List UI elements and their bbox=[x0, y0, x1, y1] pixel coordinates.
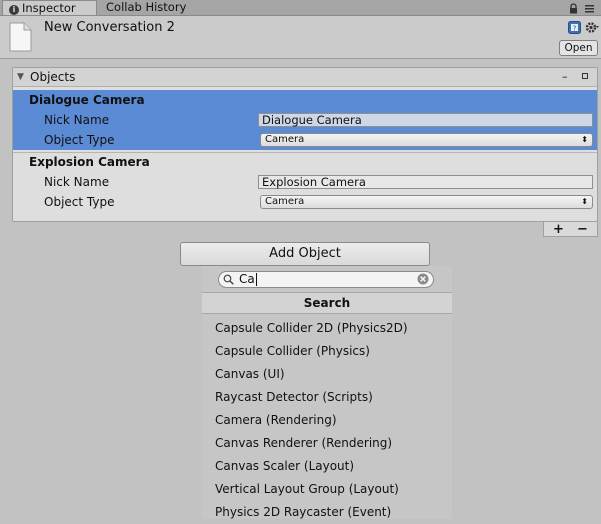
add-object-button[interactable]: Add Object bbox=[180, 242, 430, 266]
object-name: Explosion Camera bbox=[29, 155, 150, 169]
search-result-item[interactable]: Canvas Renderer (Rendering) bbox=[215, 432, 392, 455]
gear-icon[interactable] bbox=[585, 21, 600, 34]
search-icon bbox=[223, 274, 234, 285]
objects-panel-header[interactable] bbox=[13, 68, 597, 87]
maximize-icon[interactable] bbox=[582, 73, 588, 79]
foldout-arrow-icon[interactable]: ▼ bbox=[17, 72, 24, 82]
object-type-label: Object Type bbox=[44, 195, 115, 209]
search-result-item[interactable]: Canvas (UI) bbox=[215, 363, 285, 386]
search-result-item[interactable]: Raycast Detector (Scripts) bbox=[215, 386, 373, 409]
nick-name-field[interactable]: Explosion Camera bbox=[258, 175, 593, 189]
tab-inspector[interactable]: i Inspector bbox=[2, 0, 97, 15]
open-button[interactable]: Open bbox=[559, 40, 598, 56]
menu-icon[interactable] bbox=[584, 3, 596, 14]
object-type-value: Camera bbox=[265, 134, 305, 145]
search-result-item[interactable]: Physics 2D Raycaster (Event) bbox=[215, 501, 391, 524]
objects-panel-title: Objects bbox=[30, 70, 76, 84]
nick-name-field[interactable]: Dialogue Camera bbox=[258, 113, 593, 127]
search-result-item[interactable]: Vertical Layout Group (Layout) bbox=[215, 478, 399, 501]
document-icon bbox=[9, 22, 32, 52]
minimize-icon[interactable]: – bbox=[562, 70, 568, 83]
object-type-dropdown[interactable]: Camera ⬍ bbox=[260, 195, 593, 209]
text-cursor bbox=[256, 273, 257, 286]
page-title: New Conversation 2 bbox=[44, 20, 175, 35]
tab-inspector-label: Inspector bbox=[22, 1, 76, 15]
nick-name-label: Nick Name bbox=[44, 113, 110, 127]
svg-text:?: ? bbox=[573, 25, 577, 33]
dropdown-arrows-icon: ⬍ bbox=[581, 135, 588, 144]
search-result-item[interactable]: Capsule Collider (Physics) bbox=[215, 340, 370, 363]
search-result-item[interactable]: Capsule Collider 2D (Physics2D) bbox=[215, 317, 408, 340]
help-icon[interactable]: ? bbox=[568, 21, 581, 34]
remove-item-button[interactable]: − bbox=[577, 222, 588, 237]
add-item-button[interactable]: + bbox=[553, 222, 564, 237]
object-type-label: Object Type bbox=[44, 133, 115, 147]
list-footer bbox=[543, 222, 598, 237]
object-type-dropdown[interactable]: Camera ⬍ bbox=[260, 133, 593, 147]
info-icon: i bbox=[9, 5, 19, 15]
divider bbox=[13, 152, 597, 153]
search-input-value: Ca bbox=[239, 272, 255, 286]
search-header: Search bbox=[202, 292, 452, 314]
clear-icon[interactable] bbox=[417, 273, 429, 285]
search-result-item[interactable]: Camera (Rendering) bbox=[215, 409, 337, 432]
search-result-item[interactable]: Canvas Scaler (Layout) bbox=[215, 455, 354, 478]
object-name: Dialogue Camera bbox=[29, 93, 145, 107]
dropdown-arrows-icon: ⬍ bbox=[581, 197, 588, 206]
tab-collab-history-label: Collab History bbox=[106, 0, 187, 14]
nick-name-label: Nick Name bbox=[44, 175, 110, 189]
tab-collab-history[interactable]: Collab History bbox=[100, 0, 200, 15]
lock-icon[interactable] bbox=[568, 3, 579, 14]
object-type-value: Camera bbox=[265, 196, 305, 207]
